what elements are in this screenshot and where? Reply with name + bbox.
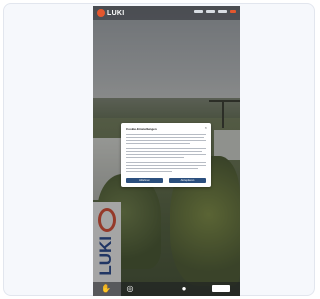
compass-icon[interactable]: ◎: [125, 284, 135, 294]
nav-item[interactable]: [230, 10, 236, 13]
dialog-text-line: [126, 151, 202, 153]
logo-icon[interactable]: [212, 285, 230, 292]
top-nav: [194, 10, 236, 13]
dialog-title: Cookie-Einstellungen: [126, 127, 157, 131]
dialog-text-line: [126, 154, 206, 156]
dialog-text-line: [126, 165, 206, 167]
cookie-consent-dialog: Cookie-Einstellungen × Ablehnen Akzeptie…: [121, 123, 211, 187]
nav-item[interactable]: [194, 10, 203, 13]
dialog-text-line: [126, 157, 184, 159]
dialog-text-line: [126, 134, 206, 136]
brand[interactable]: LUKI: [97, 8, 125, 18]
dialog-text-line: [126, 140, 206, 142]
close-icon[interactable]: ×: [205, 126, 207, 130]
hand-icon[interactable]: ✋: [101, 284, 111, 294]
webcam-page-screenshot: LUKI LUKI Cookie-Einstellungen × Ablehne…: [93, 6, 240, 296]
top-bar: LUKI: [93, 6, 240, 20]
nav-item[interactable]: [206, 10, 215, 13]
reject-button[interactable]: Ablehnen: [126, 178, 163, 183]
dialog-text-line: [126, 148, 206, 150]
bottom-toolbar: ✋ ◎ ●: [93, 282, 240, 296]
nav-item[interactable]: [218, 10, 227, 13]
brand-logo-icon: [97, 9, 105, 17]
dialog-text-line: [126, 162, 206, 164]
dialog-text-line: [126, 143, 190, 145]
brand-name: LUKI: [107, 9, 125, 17]
dialog-text-line: [126, 171, 172, 173]
dialog-text-line: [126, 137, 204, 139]
accept-button[interactable]: Akzeptieren: [169, 178, 206, 183]
drop-icon[interactable]: ●: [179, 284, 189, 294]
dialog-text-line: [126, 168, 198, 170]
